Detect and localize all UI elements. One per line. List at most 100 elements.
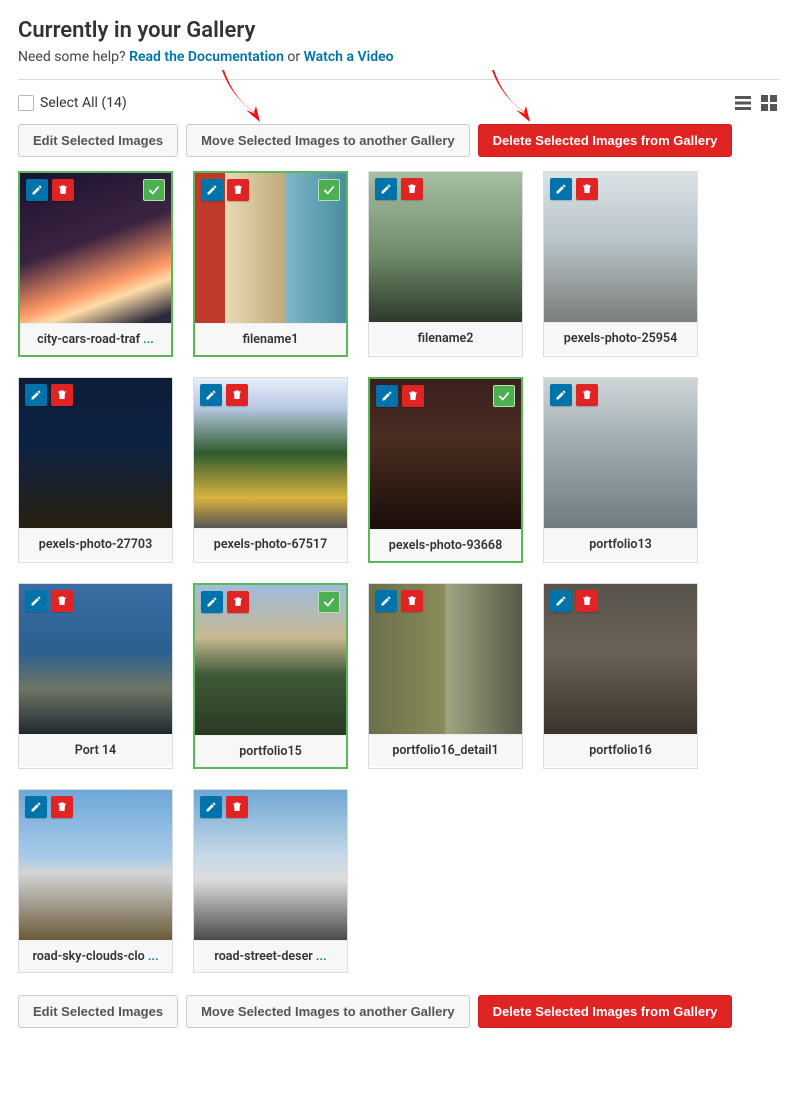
tile-caption: portfolio16 [544, 734, 697, 766]
gallery-tile[interactable]: filename2 [368, 171, 523, 357]
thumbnail[interactable] [544, 378, 697, 528]
gallery-tile[interactable]: portfolio13 [543, 377, 698, 563]
gallery-tile[interactable]: road-sky-clouds-clo ... [18, 789, 173, 973]
tile-action-strip [200, 796, 248, 818]
thumbnail[interactable] [544, 584, 697, 734]
thumbnail[interactable] [194, 790, 347, 940]
truncation-indicator: ... [140, 332, 154, 347]
tile-caption: filename2 [369, 322, 522, 354]
tile-label: pexels-photo-27703 [39, 537, 152, 552]
tile-edit-button[interactable] [25, 384, 47, 406]
gallery-tile[interactable]: portfolio16 [543, 583, 698, 769]
tile-edit-button[interactable] [201, 591, 223, 613]
tile-edit-button[interactable] [25, 796, 47, 818]
action-bar-top: Edit Selected Images Move Selected Image… [18, 124, 780, 157]
truncation-indicator: ... [313, 949, 327, 964]
selected-check-badge[interactable] [318, 591, 340, 613]
gallery-tile[interactable]: Port 14 [18, 583, 173, 769]
gallery-tile[interactable]: pexels-photo-93668 [368, 377, 523, 563]
tile-delete-button[interactable] [226, 796, 248, 818]
selected-check-badge[interactable] [318, 179, 340, 201]
select-all-checkbox[interactable] [18, 95, 34, 111]
tile-delete-button[interactable] [576, 178, 598, 200]
pencil-icon [31, 184, 43, 196]
tile-delete-button[interactable] [401, 178, 423, 200]
delete-selected-button[interactable]: Delete Selected Images from Gallery [478, 124, 733, 157]
trash-icon [231, 389, 243, 401]
tile-delete-button[interactable] [576, 384, 598, 406]
tile-edit-button[interactable] [200, 384, 222, 406]
pencil-icon [381, 390, 393, 402]
tile-edit-button[interactable] [550, 590, 572, 612]
tile-label: filename2 [418, 331, 474, 346]
tile-delete-button[interactable] [576, 590, 598, 612]
tile-label: Port 14 [75, 743, 116, 758]
thumbnail[interactable] [19, 584, 172, 734]
tile-delete-button[interactable] [51, 796, 73, 818]
move-selected-button[interactable]: Move Selected Images to another Gallery [186, 995, 470, 1028]
tile-action-strip [25, 796, 73, 818]
tile-edit-button[interactable] [550, 384, 572, 406]
tile-edit-button[interactable] [376, 385, 398, 407]
edit-selected-button[interactable]: Edit Selected Images [18, 124, 178, 157]
thumbnail[interactable] [369, 584, 522, 734]
tile-action-strip [25, 384, 73, 406]
tile-delete-button[interactable] [226, 384, 248, 406]
documentation-link[interactable]: Read the Documentation [129, 49, 284, 65]
thumbnail[interactable] [19, 378, 172, 528]
tile-edit-button[interactable] [26, 179, 48, 201]
gallery-tile[interactable]: pexels-photo-25954 [543, 171, 698, 357]
tile-delete-button[interactable] [51, 590, 73, 612]
tile-caption: road-street-deser ... [194, 940, 347, 972]
select-all[interactable]: Select All (14) [18, 95, 127, 111]
thumbnail[interactable] [370, 379, 521, 529]
trash-icon [56, 801, 68, 813]
thumbnail[interactable] [19, 790, 172, 940]
grid-icon [760, 94, 778, 112]
tile-edit-button[interactable] [375, 590, 397, 612]
video-link[interactable]: Watch a Video [304, 49, 394, 65]
thumbnail[interactable] [194, 378, 347, 528]
thumbnail[interactable] [195, 585, 346, 735]
tile-delete-button[interactable] [402, 385, 424, 407]
delete-selected-button[interactable]: Delete Selected Images from Gallery [478, 995, 733, 1028]
tile-delete-button[interactable] [401, 590, 423, 612]
tile-action-strip [25, 590, 73, 612]
move-selected-button[interactable]: Move Selected Images to another Gallery [186, 124, 470, 157]
trash-icon [231, 801, 243, 813]
trash-icon [232, 596, 244, 608]
gallery-tile[interactable]: pexels-photo-27703 [18, 377, 173, 563]
pencil-icon [30, 595, 42, 607]
list-view-button[interactable] [732, 92, 754, 114]
tile-caption: portfolio15 [195, 735, 346, 767]
tile-delete-button[interactable] [227, 179, 249, 201]
tile-edit-button[interactable] [375, 178, 397, 200]
gallery-tile[interactable]: portfolio16_detail1 [368, 583, 523, 769]
pencil-icon [555, 389, 567, 401]
gallery-grid: city-cars-road-traf ...filename1 filename… [18, 171, 780, 973]
tile-edit-button[interactable] [25, 590, 47, 612]
tile-delete-button[interactable] [227, 591, 249, 613]
tile-caption: portfolio13 [544, 528, 697, 560]
gallery-tile[interactable]: road-street-deser ... [193, 789, 348, 973]
gallery-tile[interactable]: portfolio15 [193, 583, 348, 769]
edit-selected-button[interactable]: Edit Selected Images [18, 995, 178, 1028]
selected-check-badge[interactable] [493, 385, 515, 407]
tile-label: pexels-photo-93668 [389, 538, 502, 553]
gallery-tile[interactable]: pexels-photo-67517 [193, 377, 348, 563]
thumbnail[interactable] [20, 173, 171, 323]
thumbnail[interactable] [369, 172, 522, 322]
tile-delete-button[interactable] [52, 179, 74, 201]
thumbnail[interactable] [195, 173, 346, 323]
tile-edit-button[interactable] [201, 179, 223, 201]
gallery-tile[interactable]: city-cars-road-traf ... [18, 171, 173, 357]
thumbnail[interactable] [544, 172, 697, 322]
tile-edit-button[interactable] [550, 178, 572, 200]
grid-view-button[interactable] [758, 92, 780, 114]
selected-check-badge[interactable] [143, 179, 165, 201]
tile-action-strip [201, 179, 249, 201]
gallery-tile[interactable]: filename1 [193, 171, 348, 357]
tile-delete-button[interactable] [51, 384, 73, 406]
pencil-icon [30, 389, 42, 401]
tile-edit-button[interactable] [200, 796, 222, 818]
